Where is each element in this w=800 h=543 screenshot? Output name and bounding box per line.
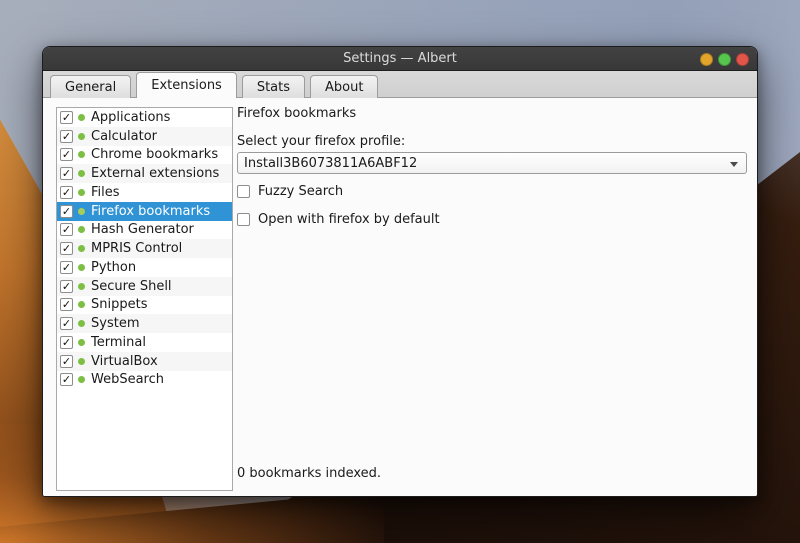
extension-enabled-checkbox[interactable]: ✓ — [60, 223, 73, 236]
detail-title: Firefox bookmarks — [237, 106, 356, 121]
extension-loaded-dot-icon — [78, 320, 85, 327]
extension-loaded-dot-icon — [78, 245, 85, 252]
extension-loaded-dot-icon — [78, 358, 85, 365]
list-item[interactable]: ✓ WebSearch — [57, 371, 232, 390]
extension-loaded-dot-icon — [78, 189, 85, 196]
list-item[interactable]: ✓ Firefox bookmarks — [57, 202, 232, 221]
extension-loaded-dot-icon — [78, 114, 85, 121]
extension-enabled-checkbox[interactable]: ✓ — [60, 298, 73, 311]
extension-loaded-dot-icon — [78, 339, 85, 346]
profile-selected-value: Install3B6073811A6ABF12 — [244, 156, 417, 171]
open-with-firefox-label: Open with firefox by default — [258, 212, 440, 227]
extension-loaded-dot-icon — [78, 226, 85, 233]
fuzzy-search-checkbox[interactable] — [237, 185, 250, 198]
list-item[interactable]: ✓ Hash Generator — [57, 221, 232, 240]
extension-label: Firefox bookmarks — [91, 204, 210, 219]
list-item[interactable]: ✓ Chrome bookmarks — [57, 146, 232, 165]
titlebar[interactable]: Settings — Albert — [43, 47, 757, 71]
chevron-down-icon — [730, 162, 738, 167]
extension-enabled-checkbox[interactable]: ✓ — [60, 355, 73, 368]
extension-label: System — [91, 316, 139, 331]
extension-enabled-checkbox[interactable]: ✓ — [60, 336, 73, 349]
extension-enabled-checkbox[interactable]: ✓ — [60, 205, 73, 218]
extension-enabled-checkbox[interactable]: ✓ — [60, 261, 73, 274]
extension-label: Calculator — [91, 129, 157, 144]
minimize-button[interactable] — [700, 53, 713, 66]
extension-label: Applications — [91, 110, 170, 125]
zoom-button[interactable] — [718, 53, 731, 66]
fuzzy-search-checkbox-row[interactable]: Fuzzy Search — [237, 184, 343, 199]
traffic-lights — [700, 47, 749, 71]
extension-enabled-checkbox[interactable]: ✓ — [60, 148, 73, 161]
extension-label: Python — [91, 260, 136, 275]
list-item[interactable]: ✓ Calculator — [57, 127, 232, 146]
extension-label: Secure Shell — [91, 279, 172, 294]
list-item[interactable]: ✓ Files — [57, 183, 232, 202]
extension-label: Chrome bookmarks — [91, 147, 218, 162]
list-item[interactable]: ✓ MPRIS Control — [57, 239, 232, 258]
list-item[interactable]: ✓ System — [57, 314, 232, 333]
extensions-list[interactable]: ✓ Applications ✓ Calculator ✓ Chrome bookmark… — [56, 107, 233, 491]
extension-enabled-checkbox[interactable]: ✓ — [60, 242, 73, 255]
extension-label: Hash Generator — [91, 222, 194, 237]
open-with-firefox-checkbox[interactable] — [237, 213, 250, 226]
list-item[interactable]: ✓ Secure Shell — [57, 277, 232, 296]
extension-loaded-dot-icon — [78, 283, 85, 290]
extension-enabled-checkbox[interactable]: ✓ — [60, 373, 73, 386]
extension-label: External extensions — [91, 166, 219, 181]
tab-about[interactable]: About — [310, 75, 378, 98]
open-with-firefox-checkbox-row[interactable]: Open with firefox by default — [237, 212, 440, 227]
tab-bar: GeneralExtensionsStatsAbout — [43, 71, 757, 98]
extension-label: VirtualBox — [91, 354, 158, 369]
extension-enabled-checkbox[interactable]: ✓ — [60, 280, 73, 293]
extension-loaded-dot-icon — [78, 208, 85, 215]
extensions-pane: ✓ Applications ✓ Calculator ✓ Chrome bookmark… — [43, 98, 757, 497]
extension-enabled-checkbox[interactable]: ✓ — [60, 317, 73, 330]
extension-enabled-checkbox[interactable]: ✓ — [60, 111, 73, 124]
list-item[interactable]: ✓ Applications — [57, 108, 232, 127]
extension-label: Snippets — [91, 297, 147, 312]
desktop-wallpaper: Settings — Albert GeneralExtensionsStats… — [0, 0, 800, 543]
list-item[interactable]: ✓ VirtualBox — [57, 352, 232, 371]
tab-stats[interactable]: Stats — [242, 75, 305, 98]
profile-label: Select your firefox profile: — [237, 134, 405, 149]
extension-loaded-dot-icon — [78, 376, 85, 383]
tab-general[interactable]: General — [50, 75, 131, 98]
list-item[interactable]: ✓ External extensions — [57, 164, 232, 183]
list-item[interactable]: ✓ Python — [57, 258, 232, 277]
settings-window: Settings — Albert GeneralExtensionsStats… — [42, 46, 758, 497]
extension-label: Files — [91, 185, 120, 200]
extension-enabled-checkbox[interactable]: ✓ — [60, 130, 73, 143]
extension-loaded-dot-icon — [78, 264, 85, 271]
tab-extensions[interactable]: Extensions — [136, 72, 237, 98]
extension-loaded-dot-icon — [78, 151, 85, 158]
firefox-profile-select[interactable]: Install3B6073811A6ABF12 — [237, 152, 747, 174]
extension-enabled-checkbox[interactable]: ✓ — [60, 167, 73, 180]
extension-loaded-dot-icon — [78, 301, 85, 308]
extension-label: WebSearch — [91, 372, 164, 387]
extension-loaded-dot-icon — [78, 170, 85, 177]
extension-label: Terminal — [91, 335, 146, 350]
window-title: Settings — Albert — [343, 51, 457, 66]
extension-label: MPRIS Control — [91, 241, 182, 256]
extension-loaded-dot-icon — [78, 133, 85, 140]
close-button[interactable] — [736, 53, 749, 66]
list-item[interactable]: ✓ Terminal — [57, 333, 232, 352]
status-text: 0 bookmarks indexed. — [237, 466, 381, 481]
fuzzy-search-label: Fuzzy Search — [258, 184, 343, 199]
extension-enabled-checkbox[interactable]: ✓ — [60, 186, 73, 199]
list-item[interactable]: ✓ Snippets — [57, 296, 232, 315]
